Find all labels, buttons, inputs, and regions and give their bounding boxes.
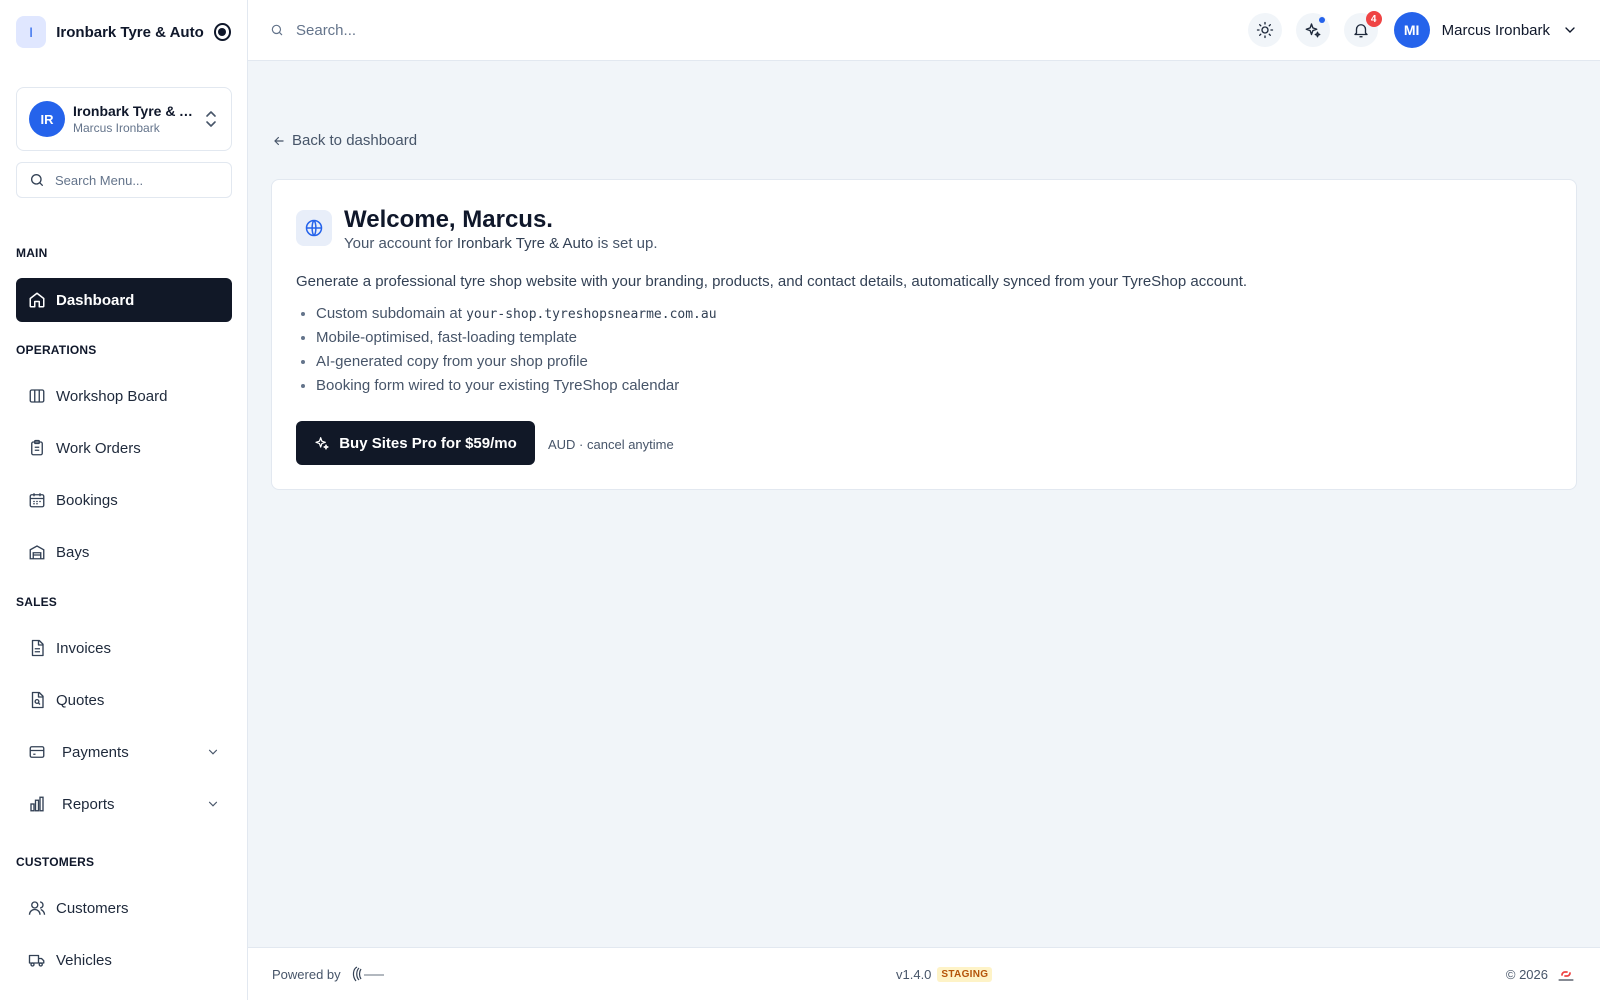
global-search (270, 21, 1234, 39)
footer: Powered by v1.4.0 STAGING © 2026 (248, 947, 1600, 1000)
section-sales: SALES (16, 595, 58, 609)
user-name: Marcus Ironbark (1441, 21, 1550, 39)
section-operations: OPERATIONS (16, 343, 97, 357)
sun-icon (1256, 21, 1273, 39)
subdomain-example: your-shop.tyreshopsnearme.com.au (466, 307, 717, 322)
notification-count-badge: 4 (1365, 11, 1382, 27)
sidebar: I Ironbark Tyre & Auto IR Ironbark Tyre … (0, 0, 248, 1000)
truck-icon (28, 954, 45, 967)
sidebar-item-quotes[interactable]: Quotes (16, 678, 232, 722)
sidebar-item-dashboard[interactable]: Dashboard (16, 278, 232, 322)
chevrons-up-down-icon (206, 111, 216, 127)
product-description: Generate a professional tyre shop websit… (296, 273, 1248, 290)
account-avatar: IR (29, 101, 65, 137)
home-icon (29, 292, 45, 308)
provider-logo-icon (352, 966, 384, 982)
welcome-subtitle: Your account for Ironbark Tyre & Auto is… (344, 235, 658, 252)
file-search-icon (31, 691, 44, 709)
globe-icon-box (296, 210, 332, 246)
user-menu[interactable]: MI Marcus Ironbark (1393, 12, 1578, 48)
calendar-icon (29, 493, 45, 508)
theme-toggle-button[interactable] (1247, 13, 1282, 47)
search-icon (271, 24, 283, 36)
sidebar-item-label: Invoices (56, 639, 112, 657)
sidebar-item-reports[interactable]: Reports (16, 782, 232, 826)
chevron-down-icon (208, 749, 218, 755)
sidebar-item-label: Quotes (56, 691, 105, 709)
brand-header: I Ironbark Tyre & Auto (0, 0, 247, 64)
menu-search (16, 162, 232, 198)
brand-logo: I (16, 16, 47, 48)
buy-sites-pro-button[interactable]: Buy Sites Pro for $59/mo (296, 421, 535, 465)
buy-button-label: Buy Sites Pro for $59/mo (339, 434, 517, 452)
sparkles-icon (1305, 23, 1321, 38)
powered-by-label: Powered by (272, 966, 341, 982)
account-name: Ironbark Tyre & Auto (73, 103, 195, 119)
clipboard-icon (31, 439, 43, 456)
sidebar-item-work-orders[interactable]: Work Orders (16, 426, 232, 470)
bar-chart-icon (30, 796, 44, 812)
price-note: AUD · cancel anytime (548, 437, 674, 452)
chevron-down-icon (208, 801, 218, 807)
welcome-card: Welcome, Marcus. Your account for Ironba… (271, 179, 1577, 490)
columns-icon (29, 389, 45, 403)
list-item: Custom subdomain at your-shop.tyreshopsn… (316, 302, 717, 326)
list-item: AI-generated copy from your shop profile (316, 350, 717, 374)
page-title: Welcome, Marcus. (344, 206, 553, 233)
global-search-input[interactable] (296, 21, 596, 39)
account-user: Marcus Ironbark (73, 121, 160, 135)
credit-card-icon (29, 746, 45, 758)
section-main: MAIN (16, 246, 48, 260)
subtitle-suffix: is set up. (593, 235, 658, 252)
sidebar-item-payments[interactable]: Payments (16, 730, 232, 774)
sidebar-item-label: Reports (62, 795, 115, 813)
sidebar-item-label: Workshop Board (56, 387, 168, 405)
sidebar-item-customers[interactable]: Customers (16, 886, 232, 930)
file-text-icon (31, 639, 44, 657)
menu-search-input[interactable] (55, 172, 215, 188)
sidebar-item-label: Payments (62, 743, 129, 761)
avatar: MI (1393, 12, 1430, 48)
warehouse-icon (29, 545, 45, 560)
back-to-dashboard-link[interactable]: Back to dashboard (272, 132, 417, 149)
sidebar-item-workshop-board[interactable]: Workshop Board (16, 374, 232, 418)
top-bar: 4 MI Marcus Ironbark (248, 0, 1600, 61)
list-item: Mobile-optimised, fast-loading template (316, 326, 717, 350)
sidebar-item-vehicles[interactable]: Vehicles (16, 938, 232, 982)
app-version: v1.4.0 (896, 966, 932, 982)
sidebar-item-label: Vehicles (56, 951, 112, 969)
search-icon (31, 174, 43, 186)
account-switcher[interactable]: IR Ironbark Tyre & Auto Marcus Ironbark (16, 87, 232, 151)
new-indicator-dot (1318, 17, 1325, 23)
ai-assistant-button[interactable] (1295, 13, 1330, 47)
copyright: © 2026 (1505, 966, 1548, 982)
notifications-button[interactable]: 4 (1343, 11, 1382, 47)
status-badge: STAGING (937, 966, 993, 982)
sidebar-item-bays[interactable]: Bays (16, 530, 232, 574)
feature-list: Custom subdomain at your-shop.tyreshopsn… (316, 302, 717, 398)
globe-icon (305, 219, 323, 237)
users-icon (28, 901, 46, 915)
sidebar-item-label: Customers (56, 899, 129, 917)
sidebar-item-invoices[interactable]: Invoices (16, 626, 232, 670)
sparkles-icon (315, 437, 329, 450)
sidebar-item-label: Work Orders (56, 439, 141, 457)
sidebar-toggle-icon[interactable] (213, 23, 231, 41)
subtitle-prefix: Your account for (344, 235, 457, 252)
feature-subdomain-label: Custom subdomain at (316, 305, 467, 322)
back-link-label: Back to dashboard (292, 132, 418, 149)
sidebar-item-label: Bookings (56, 491, 118, 509)
sidebar-item-label: Dashboard (56, 291, 135, 309)
section-customers: CUSTOMERS (16, 855, 95, 869)
brand-name: Ironbark Tyre & Auto (56, 23, 204, 41)
shop-name: Ironbark Tyre & Auto (456, 235, 594, 252)
brand-logo-icon (1558, 971, 1574, 981)
sidebar-item-label: Bays (56, 543, 90, 561)
chevron-down-icon (1565, 27, 1575, 33)
sidebar-item-bookings[interactable]: Bookings (16, 478, 232, 522)
arrow-left-icon (274, 136, 284, 145)
welcome-header: Welcome, Marcus. Your account for Ironba… (296, 206, 658, 252)
list-item: Booking form wired to your existing Tyre… (316, 374, 717, 398)
